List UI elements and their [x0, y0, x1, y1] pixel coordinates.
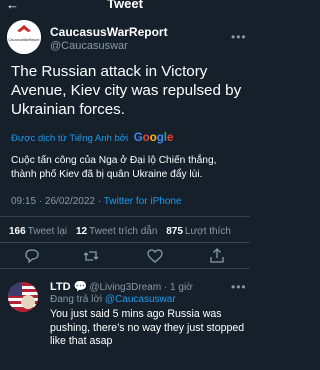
tweet-meta: 09:15 · 26/02/2022 · Twitter for iPhone — [11, 196, 182, 207]
google-letter-g2: g — [156, 132, 164, 144]
more-icon[interactable]: ••• — [231, 280, 247, 294]
translated-text: Cuộc tấn công của Nga ở Đại lộ Chiến thắ… — [11, 155, 217, 180]
reply-avatar[interactable] — [8, 282, 38, 312]
google-letter-e: e — [166, 132, 174, 144]
translation-attribution[interactable]: Được dịch từ Tiếng Anh bởi Google — [11, 132, 173, 144]
google-letter-o1: o — [142, 132, 150, 144]
author-name[interactable]: CaucasusWarReport — [50, 25, 168, 39]
divider — [0, 242, 250, 243]
reply-tweet[interactable]: LTD 💬 @Living3Dream · 1 giờ ••• Đang trả … — [0, 270, 250, 370]
replying-to-label: Đang trả lời — [50, 294, 103, 305]
page-title: Tweet — [107, 0, 143, 11]
reply-author-name: LTD 💬 — [50, 281, 88, 293]
replying-to-mention[interactable]: @Caucasuswar — [105, 294, 176, 305]
tweet-source[interactable]: Twitter for iPhone — [104, 196, 182, 207]
likes-stat[interactable]: 875 Lượt thích — [166, 226, 231, 237]
tweet-text: The Russian attack in Victory Avenue, Ki… — [11, 63, 242, 118]
share-icon[interactable] — [208, 247, 226, 265]
retweets-count: 166 — [9, 226, 26, 237]
tweet-actions — [0, 244, 250, 268]
reply-author-handle: @Living3Dream · 1 giờ — [89, 282, 193, 293]
tweet-stats: 166 Tweet lại 12 Tweet trích dẫn 875 Lượt t… — [9, 226, 231, 237]
google-logo: Google — [134, 132, 174, 144]
likes-count: 875 — [166, 226, 183, 237]
reply-author[interactable]: LTD 💬 @Living3Dream · 1 giờ — [50, 280, 193, 293]
top-bar: ← Tweet — [0, 0, 250, 14]
likes-label: Lượt thích — [184, 226, 231, 237]
more-icon[interactable]: ••• — [231, 30, 247, 44]
quotes-stat[interactable]: 12 Tweet trích dẫn — [76, 226, 164, 237]
retweet-icon[interactable] — [82, 247, 100, 265]
avatar-logo-text: CaucasusWarReport — [8, 38, 40, 42]
avatar[interactable]: CaucasusWarReport — [7, 20, 41, 54]
google-letter-o2: o — [149, 132, 157, 144]
replying-to: Đang trả lời @Caucasuswar — [50, 294, 176, 305]
divider — [0, 268, 250, 269]
retweets-label: Tweet lại — [27, 226, 68, 237]
google-letter-g: G — [133, 132, 143, 144]
translated-by-label[interactable]: Được dịch từ Tiếng Anh bởi — [11, 133, 128, 144]
reply-icon[interactable] — [23, 247, 41, 265]
author-handle[interactable]: @Caucasuswar — [50, 40, 128, 52]
like-icon[interactable] — [146, 247, 164, 265]
tweet-author[interactable]: CaucasusWarReport CaucasusWarReport @Cau… — [0, 14, 250, 54]
retweets-stat[interactable]: 166 Tweet lại — [9, 226, 73, 237]
quotes-count: 12 — [75, 226, 88, 237]
quotes-label: Tweet trích dẫn — [89, 226, 158, 237]
tweet-timestamp[interactable]: 09:15 · 26/02/2022 · — [11, 196, 101, 207]
divider — [0, 216, 250, 217]
reply-text: You just said 5 mins ago Russia was push… — [50, 308, 245, 347]
